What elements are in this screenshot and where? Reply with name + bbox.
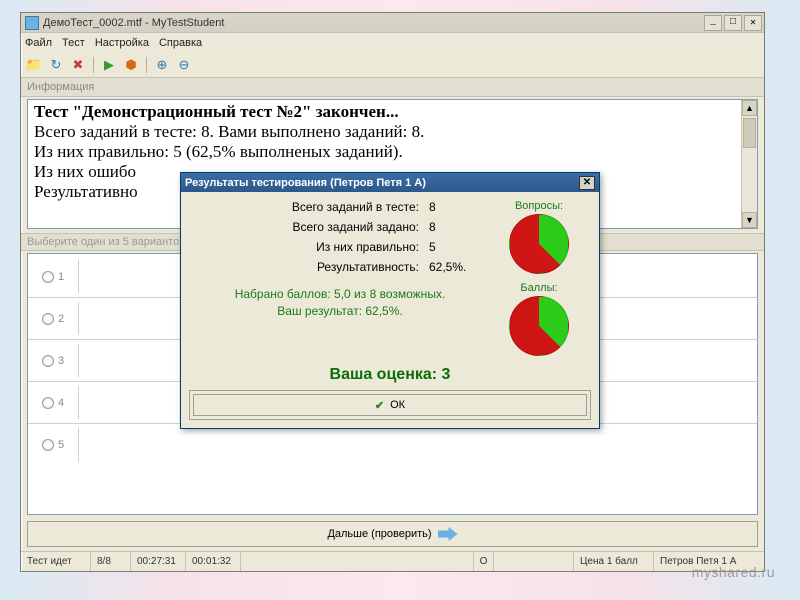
- statusbar: Тест идет 8/8 00:27:31 00:01:32 О Цена 1…: [21, 551, 764, 571]
- scroll-thumb[interactable]: [743, 118, 756, 148]
- stat-value: 8: [429, 200, 489, 220]
- stat-value: 62,5%.: [429, 260, 489, 280]
- option-number: 1: [58, 271, 64, 283]
- toolbar-separator: [146, 57, 147, 73]
- scroll-down-icon[interactable]: ▼: [742, 212, 757, 228]
- status-spacer2: [494, 552, 574, 571]
- watermark: myshared.ru: [692, 564, 775, 580]
- arrow-right-icon: [438, 527, 458, 541]
- info-panel-header: Информация: [21, 77, 764, 97]
- open-icon[interactable]: 📁: [25, 56, 43, 74]
- status-progress: 8/8: [91, 552, 131, 571]
- questions-pie-chart: [509, 214, 569, 274]
- app-icon: [25, 16, 39, 30]
- minimize-button[interactable]: _: [704, 15, 722, 31]
- close-button[interactable]: ✕: [744, 15, 762, 31]
- scroll-up-icon[interactable]: ▲: [742, 100, 757, 116]
- menu-file[interactable]: Файл: [25, 37, 52, 49]
- check-icon: ✔: [375, 399, 384, 412]
- dialog-stats: Всего заданий в тесте:8 Всего заданий за…: [191, 200, 489, 356]
- stat-label: Всего заданий задано:: [191, 220, 429, 240]
- status-mode: О: [474, 552, 494, 571]
- radio-icon[interactable]: [42, 439, 54, 451]
- dialog-titlebar: Результаты тестирования (Петров Петя 1 А…: [181, 173, 599, 192]
- status-state: Тест идет: [21, 552, 91, 571]
- menu-settings[interactable]: Настройка: [95, 37, 149, 49]
- zoom-out-icon[interactable]: ⊖: [175, 56, 193, 74]
- pie-label: Вопросы:: [515, 200, 563, 212]
- next-button-label: Дальше (проверить): [327, 528, 431, 540]
- answer-content: [78, 428, 749, 462]
- titlebar: ДемоТест_0002.mtf - MyTestStudent _ □ ✕: [21, 13, 764, 33]
- window-title: ДемоТест_0002.mtf - MyTestStudent: [43, 17, 702, 29]
- results-dialog: Результаты тестирования (Петров Петя 1 А…: [180, 172, 600, 429]
- dialog-close-button[interactable]: ✕: [579, 176, 595, 190]
- status-spacer: [241, 552, 474, 571]
- stat-label: Всего заданий в тесте:: [191, 200, 429, 220]
- menu-test[interactable]: Тест: [62, 37, 85, 49]
- dialog-summary: Набрано баллов: 5,0 из 8 возможных.: [191, 286, 489, 303]
- stat-label: Результативность:: [191, 260, 429, 280]
- option-number: 4: [58, 397, 64, 409]
- radio-icon[interactable]: [42, 313, 54, 325]
- menubar: Файл Тест Настройка Справка: [21, 33, 764, 53]
- dialog-summary: Ваш результат: 62,5%.: [191, 303, 489, 320]
- info-scrollbar[interactable]: ▲ ▼: [741, 100, 757, 228]
- maximize-button[interactable]: □: [724, 15, 742, 31]
- status-price: Цена 1 балл: [574, 552, 654, 571]
- points-pie-chart: [509, 296, 569, 356]
- stop-icon[interactable]: ⬢: [122, 56, 140, 74]
- radio-icon[interactable]: [42, 355, 54, 367]
- option-number: 5: [58, 439, 64, 451]
- toolbar: 📁 ↻ ✖ ▶ ⬢ ⊕ ⊖: [21, 53, 764, 77]
- stat-value: 5: [429, 240, 489, 260]
- result-line: Из них правильно: 5 (62,5% выполненых за…: [34, 142, 751, 162]
- option-number: 2: [58, 313, 64, 325]
- play-icon[interactable]: ▶: [100, 56, 118, 74]
- dialog-grade: Ваша оценка: 3: [181, 366, 599, 384]
- option-number: 3: [58, 355, 64, 367]
- dialog-ok-button[interactable]: ✔ ОК: [193, 394, 587, 416]
- result-title: Тест "Демонстрационный тест №2" закончен…: [34, 102, 751, 122]
- result-line: Всего заданий в тесте: 8. Вами выполнено…: [34, 122, 751, 142]
- radio-icon[interactable]: [42, 397, 54, 409]
- delete-icon[interactable]: ✖: [69, 56, 87, 74]
- stat-label: Из них правильно:: [191, 240, 429, 260]
- next-button[interactable]: Дальше (проверить): [27, 521, 758, 547]
- menu-help[interactable]: Справка: [159, 37, 202, 49]
- toolbar-separator: [93, 57, 94, 73]
- pie-label: Баллы:: [520, 282, 557, 294]
- dialog-title-text: Результаты тестирования (Петров Петя 1 А…: [185, 177, 426, 189]
- reload-icon[interactable]: ↻: [47, 56, 65, 74]
- zoom-in-icon[interactable]: ⊕: [153, 56, 171, 74]
- status-task-time: 00:01:32: [186, 552, 241, 571]
- answer-option[interactable]: 5: [28, 424, 757, 466]
- status-elapsed: 00:27:31: [131, 552, 186, 571]
- ok-label: ОК: [390, 399, 405, 411]
- radio-icon[interactable]: [42, 271, 54, 283]
- stat-value: 8: [429, 220, 489, 240]
